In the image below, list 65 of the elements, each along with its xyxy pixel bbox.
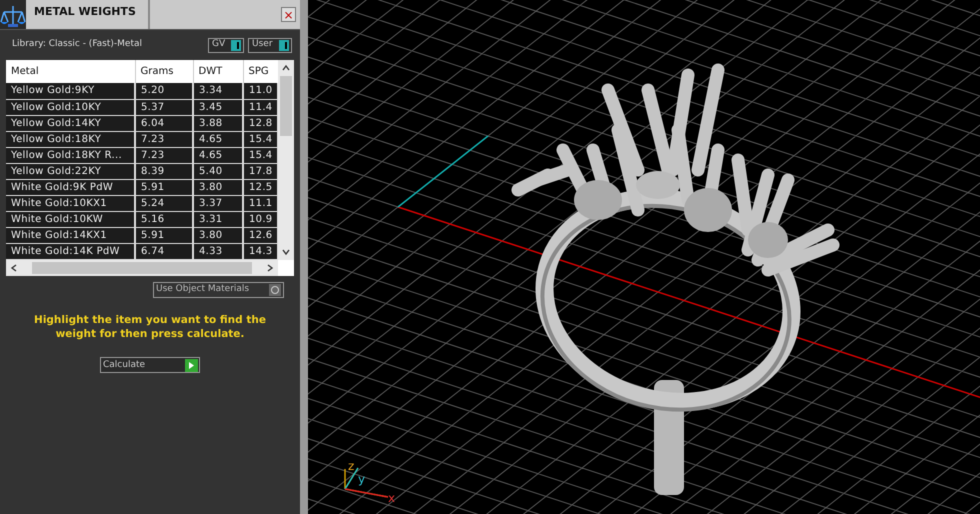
column-header[interactable]: Grams (135, 60, 193, 83)
table-cell[interactable]: 8.39 (135, 163, 193, 179)
table-cell[interactable]: 3.45 (193, 99, 243, 115)
table-cell[interactable]: 15.4 (243, 147, 278, 163)
table-cell[interactable]: 3.88 (193, 115, 243, 131)
table-cell[interactable]: 4.65 (193, 147, 243, 163)
column-header[interactable]: SPG (243, 60, 278, 83)
table-cell[interactable]: 5.37 (135, 99, 193, 115)
instruction-text: Highlight the item you want to find the weight for then press calculate. (33, 314, 267, 342)
table-cell[interactable]: 7.23 (135, 131, 193, 147)
table-cell[interactable]: 12.6 (243, 227, 278, 243)
library-label: Library: Classic - (Fast)-Metal (11, 38, 142, 52)
axis-label: x (388, 491, 396, 505)
table-cell[interactable]: 3.34 (193, 83, 243, 99)
table-cell[interactable]: 6.74 (135, 243, 193, 259)
table-cell[interactable]: 17.8 (243, 163, 278, 179)
table-cell[interactable]: 4.33 (193, 243, 243, 259)
table-cell[interactable]: 5.40 (193, 163, 243, 179)
use-object-materials-toggle[interactable]: Use Object Materials (153, 282, 284, 298)
table-cell[interactable]: 4.65 (193, 131, 243, 147)
table-cell[interactable]: Yellow Gold:14KY (6, 115, 135, 131)
scroll-thumb[interactable] (32, 262, 252, 274)
play-icon (185, 358, 198, 372)
splitter-bar[interactable] (300, 0, 308, 514)
toggle-switch[interactable]: User (248, 38, 292, 52)
horizontal-scrollbar[interactable] (6, 260, 278, 276)
table-cell[interactable]: 12.8 (243, 115, 278, 131)
vertical-scrollbar[interactable] (278, 60, 294, 260)
table-cell[interactable]: 5.91 (135, 227, 193, 243)
column-header[interactable]: DWT (193, 60, 243, 83)
table-cell[interactable]: 5.16 (135, 211, 193, 227)
table-cell[interactable]: 15.4 (243, 131, 278, 147)
calculate-button[interactable]: Calculate (100, 357, 200, 374)
table-cell[interactable]: 7.23 (135, 147, 193, 163)
axis-label: z (348, 459, 354, 473)
table-cell[interactable]: 5.24 (135, 195, 193, 211)
table-cell[interactable]: 11.1 (243, 195, 278, 211)
table-cell[interactable]: Yellow Gold:22KY (6, 163, 135, 179)
close-button[interactable]: × (281, 7, 296, 22)
scroll-thumb[interactable] (280, 76, 292, 136)
table-cell[interactable]: White Gold:10KX1 (6, 195, 135, 211)
table-cell[interactable]: 11.4 (243, 99, 278, 115)
table-cell[interactable]: 5.20 (135, 83, 193, 99)
table-cell[interactable]: 3.80 (193, 179, 243, 195)
table-cell[interactable]: White Gold:14K PdW (6, 243, 135, 259)
column-header[interactable]: Metal (6, 60, 135, 83)
table-cell[interactable]: 10.9 (243, 211, 278, 227)
table-cell[interactable]: 3.37 (193, 195, 243, 211)
toggle-switch[interactable]: GV (208, 38, 244, 52)
table-cell[interactable]: 3.31 (193, 211, 243, 227)
table-cell[interactable]: Yellow Gold:18KY (6, 131, 135, 147)
table-cell[interactable]: Yellow Gold:18KY R... (6, 147, 135, 163)
table-cell[interactable]: 6.04 (135, 115, 193, 131)
table-cell[interactable]: 14.3 (243, 243, 278, 259)
table-cell[interactable]: White Gold:10KW (6, 211, 135, 227)
table-cell[interactable]: White Gold:9K PdW (6, 179, 135, 195)
table-cell[interactable]: Yellow Gold:10KY (6, 99, 135, 115)
axis-label: y (358, 472, 366, 486)
table-cell[interactable]: White Gold:14KX1 (6, 227, 135, 243)
table-cell[interactable]: Yellow Gold:9KY (6, 83, 135, 99)
table-cell[interactable]: 5.91 (135, 179, 193, 195)
panel-title: METAL WEIGHTS (26, 0, 150, 29)
table-cell[interactable]: 3.80 (193, 227, 243, 243)
table-cell[interactable]: 11.0 (243, 83, 278, 99)
table-cell[interactable]: 12.5 (243, 179, 278, 195)
